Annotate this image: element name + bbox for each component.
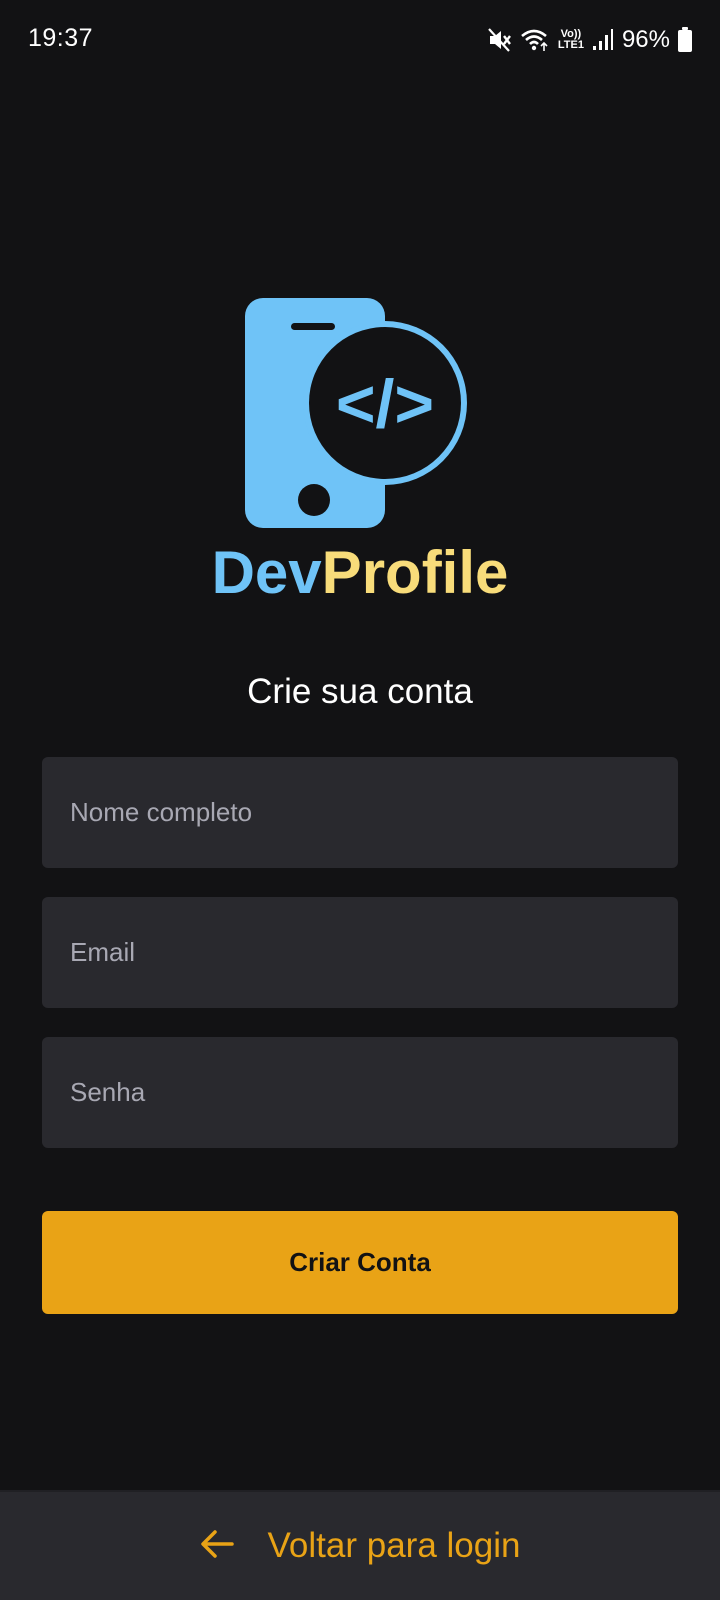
full-name-input[interactable]	[42, 757, 678, 868]
battery-percent: 96%	[621, 26, 670, 53]
app-logo: </> DevProfile	[0, 290, 720, 606]
sign-up-screen: 19:37 Vo)) LTE1 96% </> DevProfile Crie …	[0, 0, 720, 1600]
back-to-login-button[interactable]: Voltar para login	[0, 1490, 720, 1600]
volte-icon: Vo)) LTE1	[557, 28, 584, 51]
status-time: 19:37	[28, 24, 94, 52]
brand-name: DevProfile	[0, 538, 720, 607]
status-icons: Vo)) LTE1 96%	[488, 24, 692, 56]
password-input[interactable]	[42, 1037, 678, 1148]
mute-icon	[488, 27, 512, 53]
page-title: Crie sua conta	[247, 672, 473, 711]
email-input[interactable]	[42, 897, 678, 1008]
brand-name-profile: Profile	[321, 539, 509, 606]
battery-icon	[678, 27, 692, 53]
phone-code-logo-icon: </>	[245, 298, 467, 528]
status-bar: 19:37 Vo)) LTE1 96%	[0, 0, 720, 80]
signal-icon	[592, 28, 614, 52]
code-symbol: </>	[336, 366, 434, 442]
wifi-icon	[520, 27, 550, 53]
create-account-button[interactable]: Criar Conta	[42, 1211, 678, 1314]
back-to-login-label: Voltar para login	[267, 1526, 521, 1565]
brand-name-dev: Dev	[211, 539, 322, 606]
arrow-left-icon	[200, 1529, 234, 1564]
